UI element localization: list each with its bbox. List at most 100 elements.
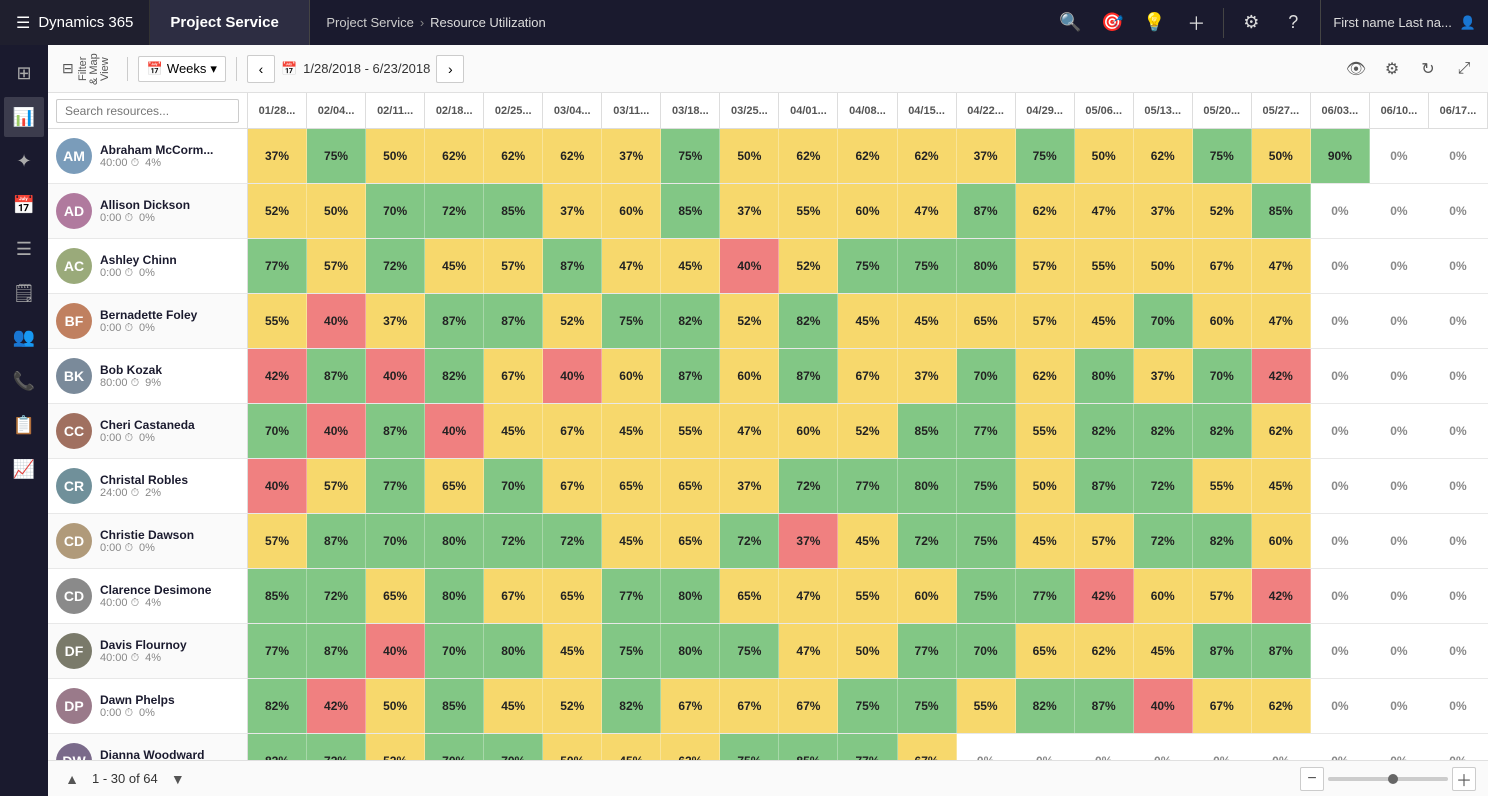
- data-cell[interactable]: 55%: [248, 294, 307, 348]
- user-menu[interactable]: First name Last na... 👤: [1320, 0, 1488, 45]
- data-cell[interactable]: 0%: [1134, 734, 1193, 760]
- data-cell[interactable]: 60%: [898, 569, 957, 623]
- resource-cell-0[interactable]: AMAbraham McCorm...40:00 ⏱4%: [48, 129, 248, 183]
- zoom-out-btn[interactable]: −: [1300, 767, 1324, 791]
- data-cell[interactable]: 77%: [957, 404, 1016, 458]
- data-cell[interactable]: 62%: [425, 129, 484, 183]
- data-cell[interactable]: 55%: [661, 404, 720, 458]
- data-cell[interactable]: 45%: [661, 239, 720, 293]
- data-cell[interactable]: 42%: [1252, 349, 1311, 403]
- data-cell[interactable]: 67%: [720, 679, 779, 733]
- data-cell[interactable]: 52%: [248, 184, 307, 238]
- resource-cell-3[interactable]: BFBernadette Foley0:00 ⏱0%: [48, 294, 248, 348]
- data-cell[interactable]: 85%: [425, 679, 484, 733]
- data-cell[interactable]: 65%: [602, 459, 661, 513]
- breadcrumb-item-1[interactable]: Project Service: [326, 15, 413, 30]
- data-cell[interactable]: 50%: [366, 129, 425, 183]
- data-cell[interactable]: 72%: [543, 514, 602, 568]
- data-cell[interactable]: 87%: [1193, 624, 1252, 678]
- data-cell[interactable]: 62%: [1016, 184, 1075, 238]
- data-cell[interactable]: 72%: [720, 514, 779, 568]
- data-cell[interactable]: 40%: [1134, 679, 1193, 733]
- new-record-icon[interactable]: ＋: [1177, 4, 1215, 42]
- data-cell[interactable]: 37%: [1134, 184, 1193, 238]
- data-cell[interactable]: 62%: [1252, 679, 1311, 733]
- sidebar-item-phone[interactable]: 📞: [4, 361, 44, 401]
- data-cell[interactable]: 87%: [307, 349, 366, 403]
- data-cell[interactable]: 0%: [1193, 734, 1252, 760]
- data-cell[interactable]: 75%: [957, 514, 1016, 568]
- data-cell[interactable]: 85%: [484, 184, 543, 238]
- data-cell[interactable]: 0%: [1370, 404, 1429, 458]
- data-cell[interactable]: 75%: [957, 569, 1016, 623]
- help-icon[interactable]: ?: [1274, 4, 1312, 42]
- data-cell[interactable]: 87%: [366, 404, 425, 458]
- data-cell[interactable]: 75%: [661, 129, 720, 183]
- data-cell[interactable]: 62%: [543, 129, 602, 183]
- resource-cell-10[interactable]: DPDawn Phelps0:00 ⏱0%: [48, 679, 248, 733]
- data-cell[interactable]: 52%: [838, 404, 897, 458]
- zoom-in-btn[interactable]: ＋: [1452, 767, 1476, 791]
- data-cell[interactable]: 62%: [838, 129, 897, 183]
- data-cell[interactable]: 72%: [425, 184, 484, 238]
- data-cell[interactable]: 42%: [1252, 569, 1311, 623]
- data-cell[interactable]: 40%: [720, 239, 779, 293]
- data-cell[interactable]: 75%: [898, 239, 957, 293]
- data-cell[interactable]: 0%: [1311, 624, 1370, 678]
- data-cell[interactable]: 60%: [602, 184, 661, 238]
- data-cell[interactable]: 0%: [1370, 569, 1429, 623]
- data-cell[interactable]: 45%: [425, 239, 484, 293]
- data-cell[interactable]: 65%: [957, 294, 1016, 348]
- data-cell[interactable]: 75%: [898, 679, 957, 733]
- data-cell[interactable]: 45%: [898, 294, 957, 348]
- data-cell[interactable]: 0%: [957, 734, 1016, 760]
- data-cell[interactable]: 42%: [1075, 569, 1134, 623]
- data-cell[interactable]: 70%: [484, 459, 543, 513]
- data-cell[interactable]: 40%: [307, 404, 366, 458]
- data-cell[interactable]: 60%: [602, 349, 661, 403]
- data-cell[interactable]: 52%: [543, 294, 602, 348]
- data-cell[interactable]: 45%: [838, 514, 897, 568]
- sidebar-item-list[interactable]: ☰: [4, 229, 44, 269]
- data-cell[interactable]: 70%: [366, 184, 425, 238]
- data-cell[interactable]: 0%: [1016, 734, 1075, 760]
- data-cell[interactable]: 40%: [248, 459, 307, 513]
- data-cell[interactable]: 75%: [720, 624, 779, 678]
- data-cell[interactable]: 90%: [1311, 129, 1370, 183]
- data-cell[interactable]: 0%: [1311, 679, 1370, 733]
- data-cell[interactable]: 45%: [484, 404, 543, 458]
- data-cell[interactable]: 0%: [1370, 459, 1429, 513]
- data-cell[interactable]: 80%: [1075, 349, 1134, 403]
- data-cell[interactable]: 80%: [484, 624, 543, 678]
- data-cell[interactable]: 57%: [484, 239, 543, 293]
- data-cell[interactable]: 82%: [661, 294, 720, 348]
- data-cell[interactable]: 87%: [307, 514, 366, 568]
- data-cell[interactable]: 62%: [1252, 404, 1311, 458]
- data-cell[interactable]: 37%: [779, 514, 838, 568]
- data-cell[interactable]: 40%: [543, 349, 602, 403]
- data-cell[interactable]: 72%: [484, 514, 543, 568]
- data-cell[interactable]: 0%: [1311, 569, 1370, 623]
- data-cell[interactable]: 62%: [898, 129, 957, 183]
- data-cell[interactable]: 57%: [307, 459, 366, 513]
- data-cell[interactable]: 67%: [779, 679, 838, 733]
- resource-cell-5[interactable]: CCCheri Castaneda0:00 ⏱0%: [48, 404, 248, 458]
- data-cell[interactable]: 85%: [779, 734, 838, 760]
- data-cell[interactable]: 52%: [543, 679, 602, 733]
- data-cell[interactable]: 67%: [898, 734, 957, 760]
- data-cell[interactable]: 55%: [779, 184, 838, 238]
- data-cell[interactable]: 80%: [425, 514, 484, 568]
- data-cell[interactable]: 0%: [1311, 184, 1370, 238]
- view-icon-btn[interactable]: 👁: [1340, 53, 1372, 85]
- data-cell[interactable]: 37%: [720, 459, 779, 513]
- data-cell[interactable]: 42%: [307, 679, 366, 733]
- data-cell[interactable]: 87%: [957, 184, 1016, 238]
- data-cell[interactable]: 77%: [1016, 569, 1075, 623]
- data-cell[interactable]: 52%: [366, 734, 425, 760]
- data-cell[interactable]: 0%: [1429, 569, 1488, 623]
- search-icon[interactable]: 🔍: [1051, 4, 1089, 42]
- data-cell[interactable]: 65%: [366, 569, 425, 623]
- resource-cell-4[interactable]: BKBob Kozak80:00 ⏱9%: [48, 349, 248, 403]
- data-cell[interactable]: 47%: [779, 569, 838, 623]
- data-cell[interactable]: 45%: [1252, 459, 1311, 513]
